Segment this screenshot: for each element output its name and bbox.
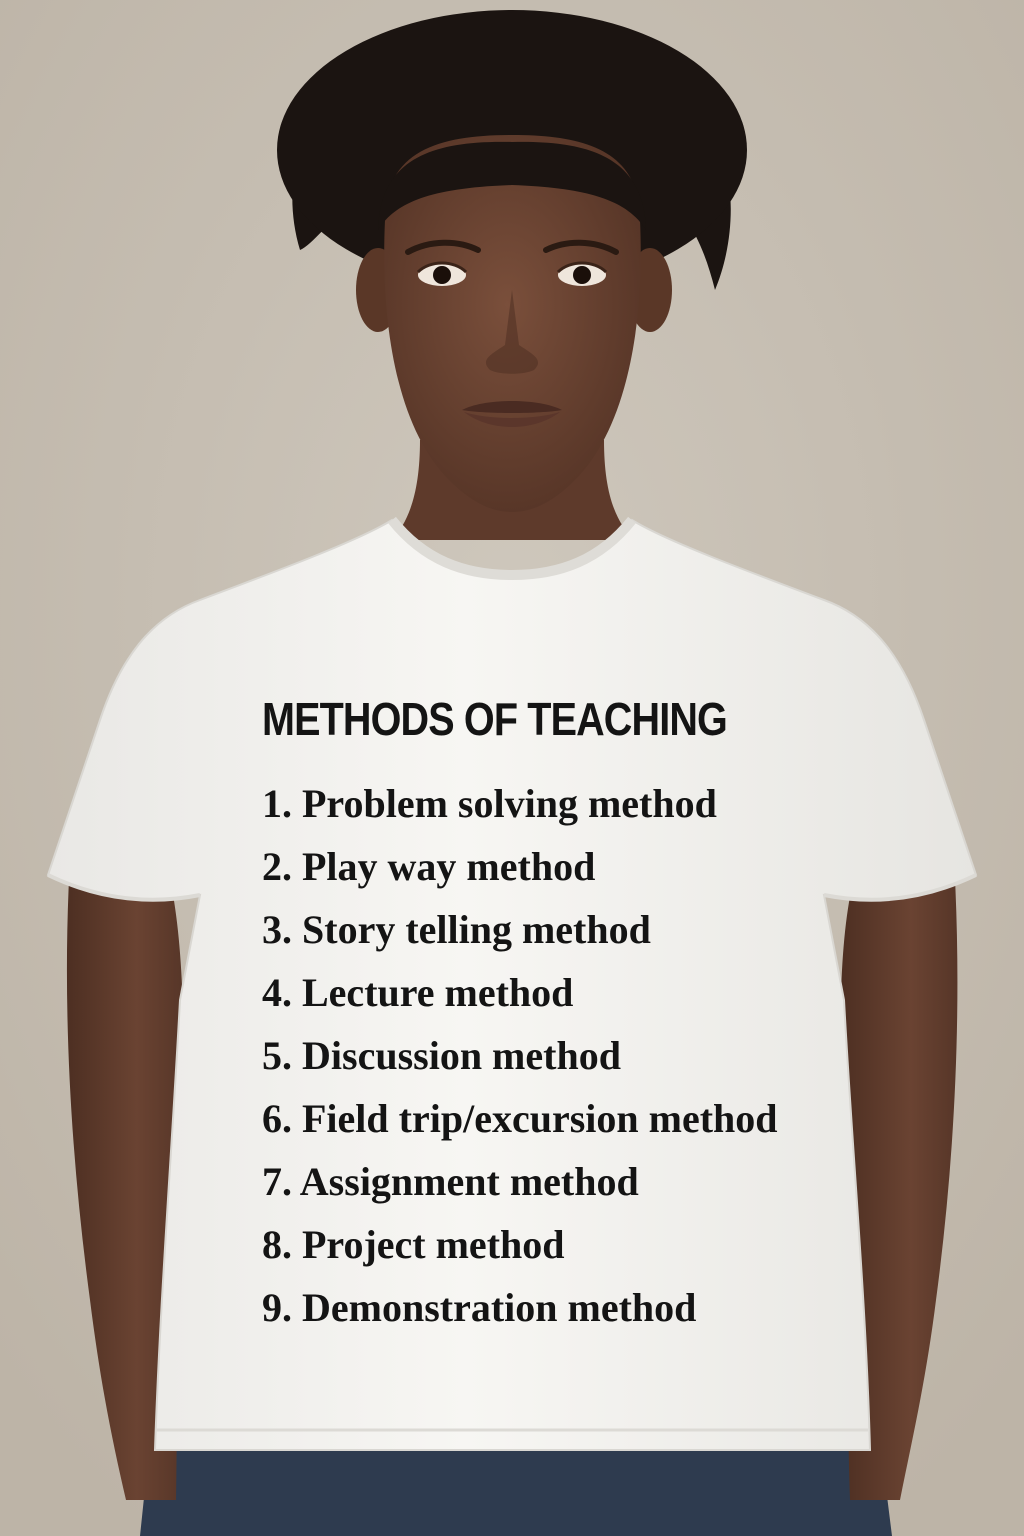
portrait-photo xyxy=(0,0,1024,1536)
jeans xyxy=(140,1440,892,1536)
white-tshirt xyxy=(46,518,978,1451)
left-iris xyxy=(433,266,451,284)
right-iris xyxy=(573,266,591,284)
